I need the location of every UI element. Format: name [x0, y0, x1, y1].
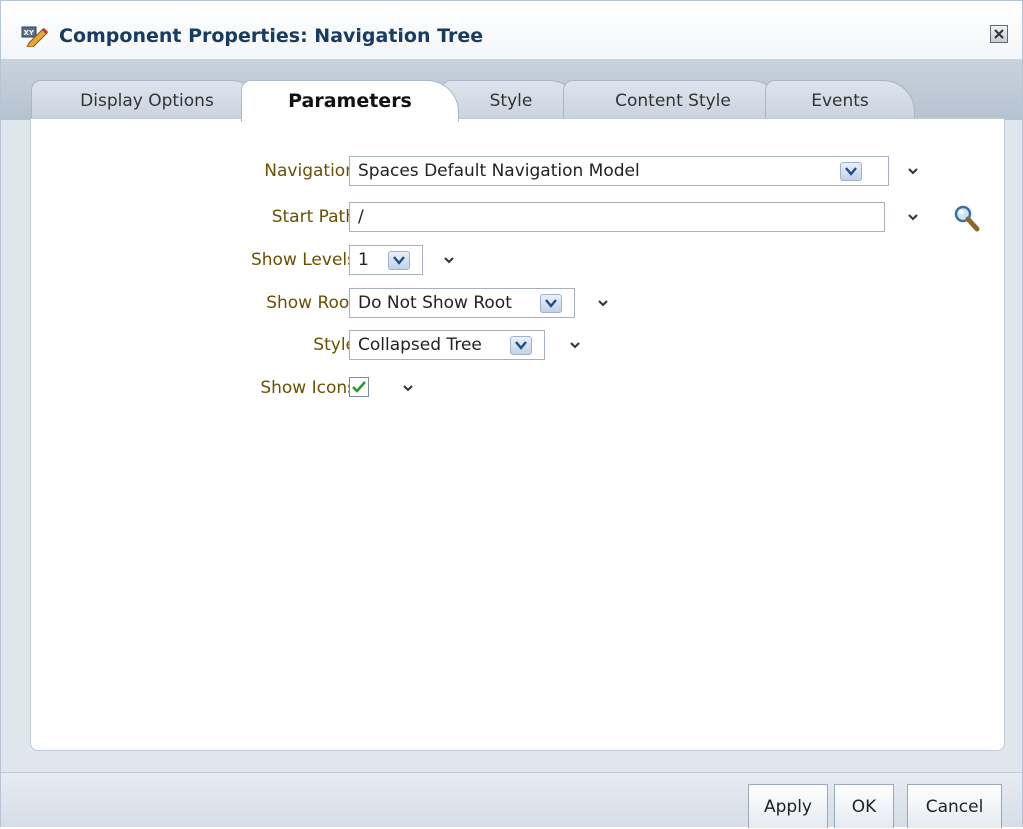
cancel-button[interactable]: Cancel [907, 784, 1002, 828]
navigation-options-chevron-icon[interactable] [906, 164, 920, 178]
show-levels-select[interactable]: 1 [349, 245, 423, 275]
tab-display-options[interactable]: Display Options [31, 80, 263, 120]
show-levels-row: Show Levels 1 [31, 245, 1006, 275]
ok-button[interactable]: OK [834, 784, 894, 828]
show-levels-value: 1 [358, 250, 369, 270]
close-icon [994, 29, 1004, 39]
style-row: Style Collapsed Tree [31, 330, 1006, 360]
tab-events[interactable]: Events [765, 80, 915, 120]
component-properties-dialog: XY Component Properties: Navigation Tree… [0, 0, 1023, 828]
navigation-dropdown-arrow-icon[interactable] [840, 162, 862, 181]
parameters-panel: Navigation Spaces Default Navigation Mod… [30, 118, 1005, 751]
show-root-value: Do Not Show Root [358, 293, 512, 313]
navigation-select[interactable]: Spaces Default Navigation Model [349, 156, 889, 186]
navigation-value: Spaces Default Navigation Model [358, 161, 640, 181]
style-value: Collapsed Tree [358, 335, 482, 355]
show-icons-checkbox[interactable] [349, 377, 369, 397]
start-path-input[interactable]: / [349, 202, 885, 232]
dialog-titlebar: XY Component Properties: Navigation Tree [1, 1, 1022, 60]
checkmark-icon [352, 381, 366, 393]
apply-button[interactable]: Apply [748, 784, 828, 828]
tab-style[interactable]: Style [441, 80, 581, 120]
dialog-title: Component Properties: Navigation Tree [59, 25, 484, 47]
show-root-label: Show Root [266, 293, 356, 313]
svg-text:XY: XY [24, 29, 35, 37]
style-options-chevron-icon[interactable] [568, 338, 582, 352]
start-path-row: Start Path / [31, 202, 1006, 232]
navigation-label: Navigation [264, 161, 356, 181]
show-root-dropdown-arrow-icon[interactable] [540, 294, 562, 313]
style-select[interactable]: Collapsed Tree [349, 330, 545, 360]
show-root-row: Show Root Do Not Show Root [31, 288, 1006, 318]
tab-content-style[interactable]: Content Style [563, 80, 783, 120]
navigation-row: Navigation Spaces Default Navigation Mod… [31, 156, 1006, 186]
show-levels-options-chevron-icon[interactable] [442, 253, 456, 267]
tab-parameters[interactable]: Parameters [241, 80, 459, 122]
tab-bar: Display Options Style Content Style Even… [1, 60, 1022, 122]
show-levels-dropdown-arrow-icon[interactable] [388, 251, 410, 270]
show-icons-row: Show Icons [31, 373, 1006, 403]
start-path-options-chevron-icon[interactable] [906, 210, 920, 224]
search-icon[interactable] [953, 203, 981, 233]
start-path-label: Start Path [271, 207, 356, 227]
dialog-footer: Apply OK Cancel [1, 772, 1022, 828]
edit-properties-icon: XY [21, 25, 49, 48]
style-dropdown-arrow-icon[interactable] [510, 336, 532, 355]
show-icons-label: Show Icons [260, 378, 356, 398]
show-levels-label: Show Levels [250, 250, 356, 270]
show-root-select[interactable]: Do Not Show Root [349, 288, 575, 318]
close-button[interactable] [990, 25, 1008, 43]
show-icons-options-chevron-icon[interactable] [401, 381, 415, 395]
show-root-options-chevron-icon[interactable] [596, 296, 610, 310]
